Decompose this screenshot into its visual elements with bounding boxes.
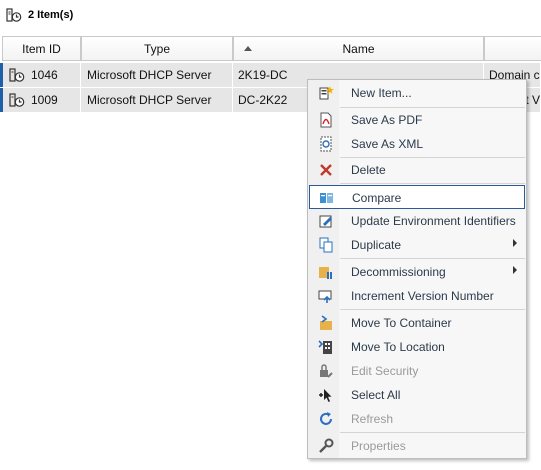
security-icon — [318, 363, 334, 379]
menu-item-new-item[interactable]: New Item... — [309, 81, 525, 105]
xml-icon — [318, 136, 334, 152]
column-header-type[interactable]: Type — [81, 36, 233, 61]
menu-item-update-environment-identifiers[interactable]: Update Environment Identifiers — [309, 209, 525, 233]
decommission-icon — [318, 264, 334, 280]
item-count: 2 Item(s) — [28, 9, 74, 21]
column-header-name[interactable]: Name — [233, 36, 484, 61]
server-item-icon — [9, 67, 25, 83]
cell-type: Microsoft DHCP Server — [81, 63, 233, 87]
column-header-label: Name — [342, 41, 375, 56]
menu-item-label: Save As XML — [351, 137, 424, 151]
menu-item-save-as-xml[interactable]: Save As XML — [309, 132, 525, 156]
duplicate-icon — [318, 237, 334, 253]
pdf-icon — [318, 112, 334, 128]
menu-item-label: Refresh — [351, 412, 394, 426]
new-item-icon — [318, 85, 334, 101]
menu-item-compare[interactable]: Compare — [309, 185, 525, 209]
submenu-arrow-icon — [513, 266, 517, 274]
menu-separator — [340, 258, 525, 259]
menu-item-label: Move To Location — [351, 340, 445, 354]
row-selection-marker — [0, 63, 3, 87]
column-header-label: Item ID — [22, 41, 61, 56]
select-all-icon — [318, 387, 334, 403]
menu-item-increment-version-number[interactable]: Increment Version Number — [309, 284, 525, 308]
type-text: Microsoft DHCP Server — [87, 93, 212, 107]
menu-item-refresh[interactable]: Refresh — [309, 407, 525, 431]
menu-item-label: Edit Security — [351, 364, 419, 378]
menu-item-select-all[interactable]: Select All — [309, 383, 525, 407]
item-id-text: 1046 — [31, 68, 58, 82]
menu-item-duplicate[interactable]: Duplicate — [309, 233, 525, 257]
menu-item-decommissioning[interactable]: Decommissioning — [309, 260, 525, 284]
menu-item-label: Move To Container — [351, 316, 452, 330]
menu-item-label: Save As PDF — [351, 113, 423, 127]
menu-item-edit-security[interactable]: Edit Security — [309, 359, 525, 383]
move-container-icon — [318, 315, 334, 331]
menu-item-label: New Item... — [351, 86, 412, 100]
menu-separator — [340, 309, 525, 310]
grid-header: Item ID Type Name — [0, 36, 541, 61]
type-text: Microsoft DHCP Server — [87, 68, 212, 82]
increment-version-icon — [318, 288, 334, 304]
cell-item-id: 1046 — [0, 63, 81, 87]
context-menu: New Item... Save As PDF Save As XML Dele… — [307, 79, 527, 459]
menu-item-save-as-pdf[interactable]: Save As PDF — [309, 108, 525, 132]
menu-item-label: Delete — [351, 163, 386, 177]
menu-item-label: Increment Version Number — [351, 289, 494, 303]
menu-item-label: Properties — [351, 439, 406, 453]
delete-icon — [318, 162, 334, 178]
menu-item-label: Select All — [351, 388, 401, 402]
sort-ascending-icon — [244, 46, 252, 51]
server-item-icon — [9, 92, 25, 108]
submenu-arrow-icon — [513, 239, 517, 247]
row-selection-marker — [0, 88, 3, 112]
cell-item-id: 1009 — [0, 88, 81, 112]
results-header: 2 Item(s) — [0, 0, 541, 30]
item-id-text: 1009 — [31, 93, 58, 107]
name-text: DC-2K22 — [238, 93, 288, 107]
cell-type: Microsoft DHCP Server — [81, 88, 233, 112]
menu-item-move-to-container[interactable]: Move To Container — [309, 311, 525, 335]
menu-item-label: Decommissioning — [351, 265, 446, 279]
menu-item-label: Update Environment Identifiers — [351, 214, 516, 228]
properties-icon — [318, 438, 334, 454]
name-text: 2K19-DC — [238, 68, 288, 82]
move-location-icon — [318, 339, 334, 355]
update-identifiers-icon — [318, 213, 334, 229]
menu-item-label: Duplicate — [351, 238, 402, 252]
menu-item-properties[interactable]: Properties — [309, 434, 525, 458]
menu-item-delete[interactable]: Delete — [309, 158, 525, 182]
column-header-description[interactable] — [484, 36, 541, 61]
menu-item-move-to-location[interactable]: Move To Location — [309, 335, 525, 359]
menu-separator — [340, 432, 525, 433]
items-grid: Item ID Type Name 1046 Microsoft DHCP Se… — [0, 36, 541, 112]
server-item-icon — [6, 7, 22, 23]
refresh-icon — [318, 411, 334, 427]
compare-icon — [319, 190, 335, 206]
menu-separator — [340, 183, 525, 184]
menu-item-label: Compare — [352, 191, 402, 205]
column-header-label: Type — [143, 41, 170, 56]
column-header-item-id[interactable]: Item ID — [2, 36, 81, 61]
